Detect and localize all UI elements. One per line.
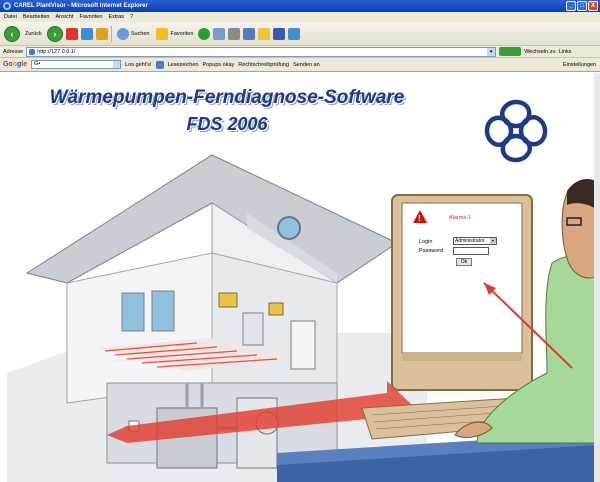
print-icon[interactable] bbox=[228, 27, 241, 40]
home-icon[interactable] bbox=[95, 27, 108, 40]
send-button[interactable]: Senden an bbox=[293, 62, 320, 68]
password-label: Password bbox=[419, 248, 444, 254]
favorites-button[interactable]: Favoriten bbox=[154, 25, 195, 43]
go-button[interactable]: Wechseln zu bbox=[524, 49, 555, 55]
page-icon bbox=[29, 48, 36, 55]
google-logo-letter: e bbox=[23, 61, 28, 68]
menu-favoriten[interactable]: Favoriten bbox=[80, 12, 103, 22]
page-subtitle: FDS 2006 bbox=[186, 114, 268, 134]
window-title: CAREL PlantVisor - Microsoft Internet Ex… bbox=[14, 3, 148, 9]
edit-icon[interactable] bbox=[243, 27, 256, 40]
login-dialog: ! Alarms-1 Login Administrator ▾ Passwor… bbox=[409, 206, 515, 278]
maximize-button[interactable]: □ bbox=[577, 1, 587, 11]
menu-ansicht[interactable]: Ansicht bbox=[55, 12, 73, 22]
chevron-down-icon[interactable] bbox=[113, 61, 121, 68]
page-title: Wärmepumpen-Ferndiagnose-Software bbox=[49, 87, 405, 108]
folder-icon[interactable] bbox=[258, 27, 271, 40]
warning-exclamation-icon: ! bbox=[418, 214, 421, 223]
house-window bbox=[121, 292, 145, 332]
history-icon[interactable] bbox=[198, 27, 211, 40]
address-value: http://127.0.0.1/ bbox=[37, 48, 76, 55]
popups-button[interactable]: Popups okay bbox=[202, 62, 234, 68]
ok-button[interactable]: Ok bbox=[456, 258, 472, 266]
round-window bbox=[277, 216, 301, 240]
go-arrow-icon[interactable] bbox=[499, 47, 522, 56]
google-toolbar: Google G• Los geht's! Lesezeichen Popups… bbox=[0, 58, 600, 72]
toolbar-divider bbox=[110, 25, 112, 42]
search-icon bbox=[116, 27, 129, 40]
ie-logo-icon bbox=[3, 2, 11, 10]
house-door bbox=[290, 320, 316, 370]
menu-extras[interactable]: Extras bbox=[108, 12, 124, 22]
google-options-icon[interactable] bbox=[155, 60, 164, 69]
star-icon bbox=[156, 27, 169, 40]
close-button[interactable]: X bbox=[588, 1, 598, 11]
address-label: Adresse bbox=[3, 48, 24, 55]
settings-button[interactable]: Einstellungen bbox=[563, 62, 600, 68]
login-label: Login bbox=[419, 239, 433, 245]
vertical-scrollbar[interactable] bbox=[594, 73, 600, 482]
back-button[interactable]: Zurück bbox=[23, 25, 44, 43]
google-search-input[interactable]: G• bbox=[31, 60, 122, 69]
menu-bar: Datei Bearbeiten Ansicht Favoriten Extra… bbox=[0, 12, 600, 22]
address-bar: Adresse http://127.0.0.1/ ▾ Wechseln zu … bbox=[0, 46, 600, 58]
favorites-label: Favoriten bbox=[170, 30, 194, 37]
password-field[interactable] bbox=[453, 247, 489, 255]
forward-arrow-icon[interactable]: › bbox=[46, 25, 63, 42]
spellcheck-button[interactable]: Rechtschreibprüfung bbox=[238, 62, 289, 68]
house-window bbox=[151, 290, 175, 332]
bookmarks-button[interactable]: Lesezeichen bbox=[168, 62, 199, 68]
chevron-down-icon[interactable]: ▾ bbox=[490, 238, 496, 244]
heat-pump-illustration bbox=[7, 154, 600, 482]
google-logo: Google bbox=[3, 61, 27, 68]
mail-icon[interactable] bbox=[213, 27, 226, 40]
search-label: Suchen bbox=[130, 30, 150, 37]
stop-icon[interactable] bbox=[65, 27, 78, 40]
title-bar: CAREL PlantVisor - Microsoft Internet Ex… bbox=[0, 0, 600, 12]
web-page: Wärmepumpen-Ferndiagnose-Software FDS 20… bbox=[7, 73, 600, 482]
back-label: Zurück bbox=[25, 30, 42, 37]
links-button[interactable]: Links bbox=[559, 49, 572, 55]
refresh-icon[interactable] bbox=[80, 27, 93, 40]
browser-chrome: CAREL PlantVisor - Microsoft Internet Ex… bbox=[0, 0, 600, 73]
back-arrow-icon[interactable]: ‹ bbox=[4, 25, 20, 42]
window-controls: _ □ X bbox=[566, 1, 598, 11]
media-icon[interactable] bbox=[288, 27, 301, 40]
standard-toolbar: ‹ Zurück › Suchen Favoriten bbox=[0, 22, 600, 46]
menu-bearbeiten[interactable]: Bearbeiten bbox=[23, 12, 50, 22]
chevron-down-icon[interactable]: ▾ bbox=[487, 47, 496, 56]
menu-datei[interactable]: Datei bbox=[4, 12, 17, 22]
login-select[interactable]: Administrator ▾ bbox=[453, 237, 497, 245]
login-select-value: Administrator bbox=[455, 238, 485, 244]
alarm-text: Alarms-1 bbox=[449, 215, 472, 221]
address-input[interactable]: http://127.0.0.1/ ▾ bbox=[26, 46, 497, 57]
menu-help[interactable]: ? bbox=[130, 12, 133, 22]
messenger-icon[interactable] bbox=[273, 27, 286, 40]
google-go-button[interactable]: Los geht's! bbox=[125, 62, 151, 68]
house-window bbox=[242, 312, 264, 346]
minimize-button[interactable]: _ bbox=[566, 1, 576, 11]
google-search-value: G• bbox=[34, 61, 41, 67]
search-button[interactable]: Suchen bbox=[115, 25, 152, 43]
